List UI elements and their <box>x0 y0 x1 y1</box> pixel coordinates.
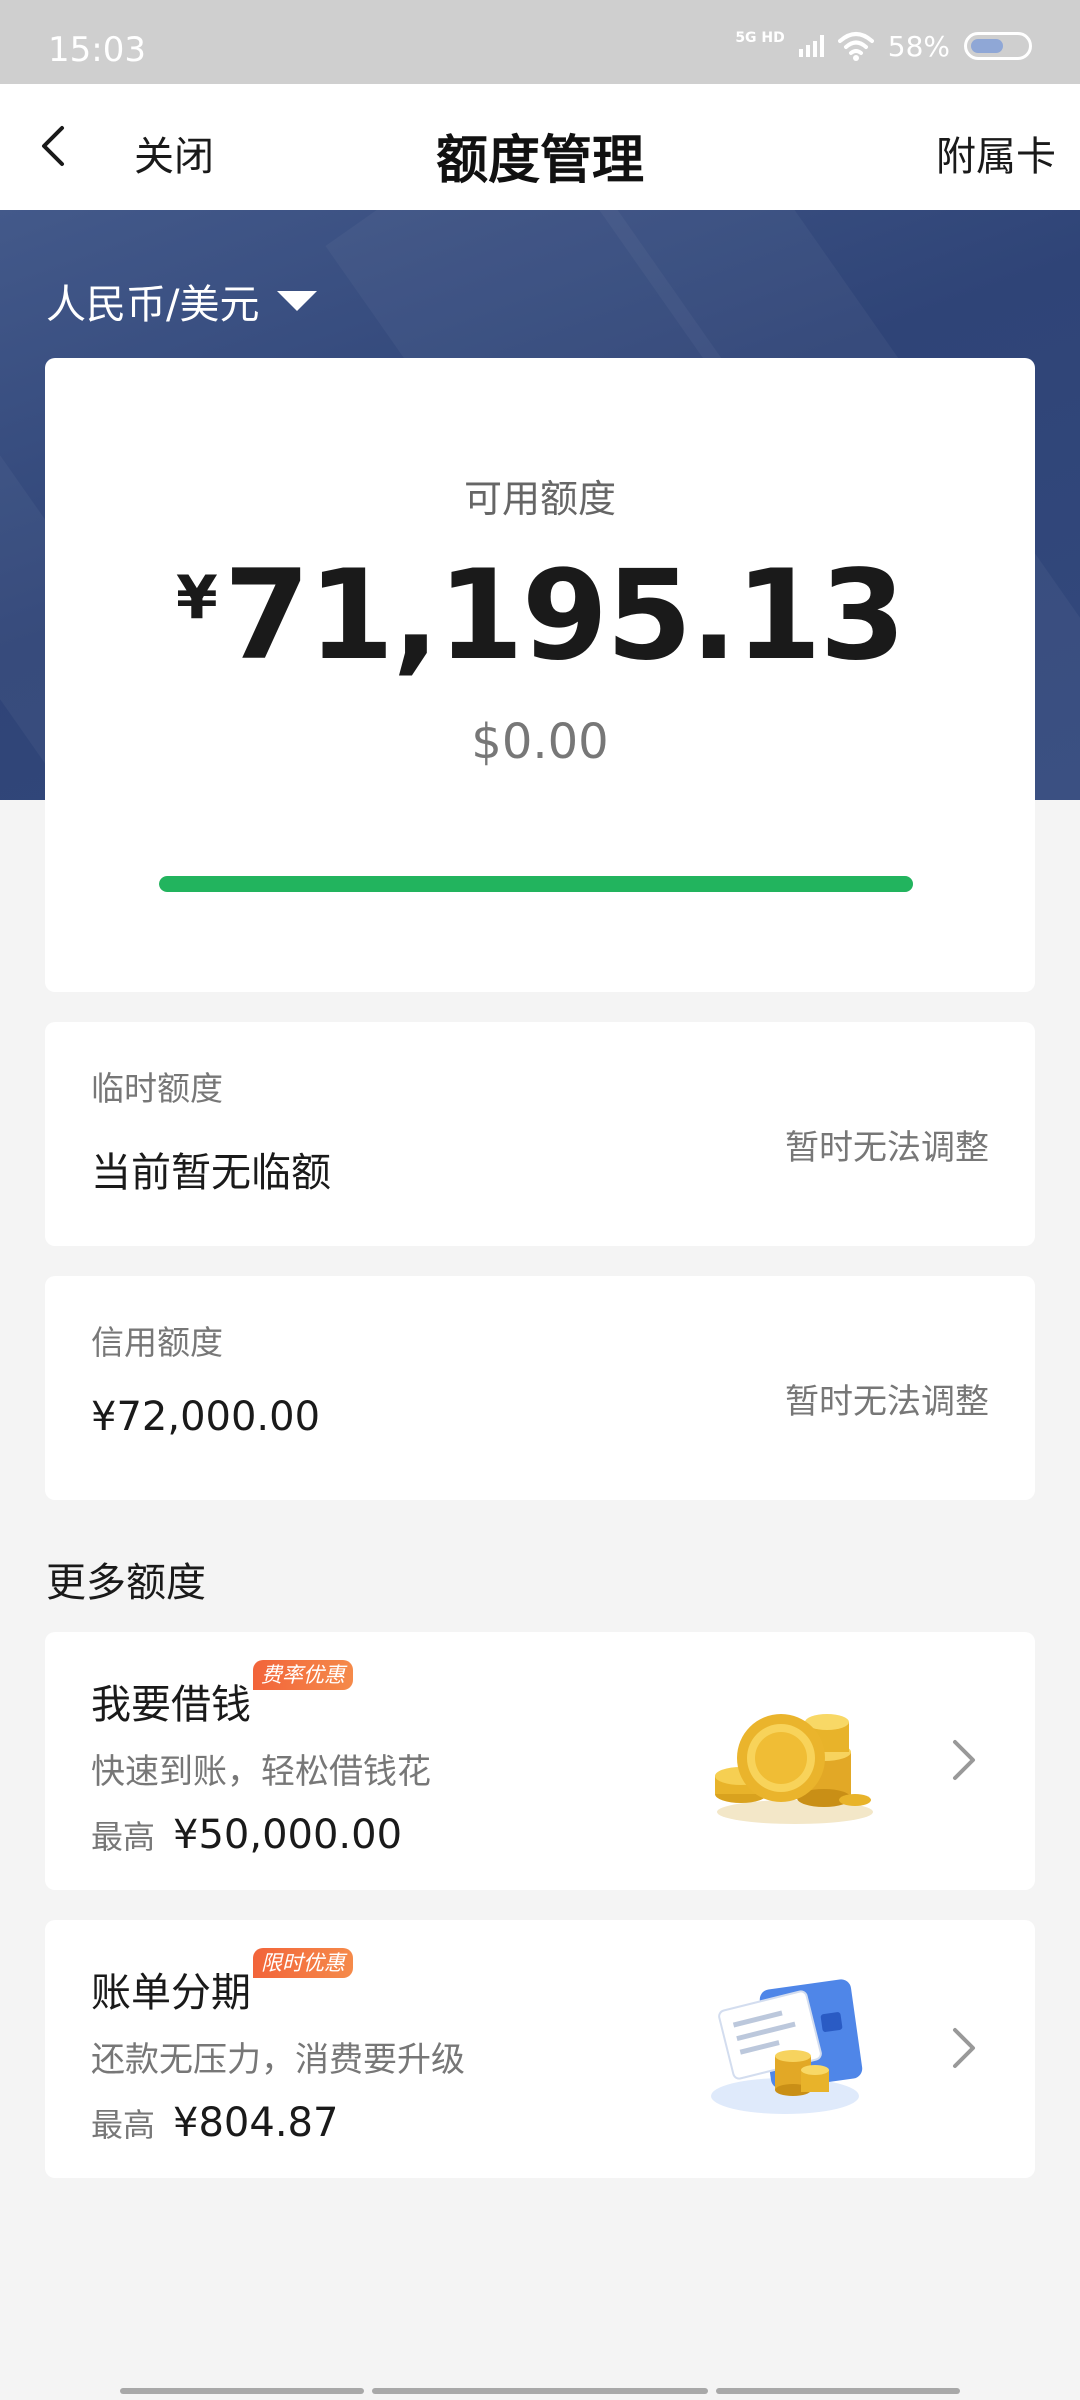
more-limits-title: 更多额度 <box>46 1560 206 1606</box>
currency-selector-label: 人民币/美元 <box>46 282 260 328</box>
loan-offer-max: 最高 ¥50,000.00 <box>91 1812 402 1858</box>
credit-limit-value: ¥72,000.00 <box>91 1394 321 1440</box>
available-credit-card: 可用额度 ¥71,195.13 $0.00 <box>45 358 1035 992</box>
loan-offer-title: 我要借钱 <box>91 1682 251 1728</box>
caret-down-icon <box>277 291 318 311</box>
temporary-limit-adjust: 暂时无法调整 <box>785 1128 989 1168</box>
battery-level <box>971 39 1004 53</box>
credit-usage-fill <box>159 876 913 892</box>
page-title: 额度管理 <box>435 131 644 191</box>
credit-limit-label: 信用额度 <box>91 1323 223 1362</box>
credit-limit-card: 信用额度 ¥72,000.00 暂时无法调整 <box>45 1276 1035 1500</box>
home-indicator[interactable] <box>120 2388 960 2396</box>
chevron-right-icon <box>953 2028 975 2068</box>
credit-limit-adjust: 暂时无法调整 <box>785 1382 989 1422</box>
status-bar: 15:03 5G HD 58% <box>0 0 1080 84</box>
temporary-limit-label: 临时额度 <box>91 1069 223 1108</box>
credit-usage-bar <box>159 876 913 892</box>
loan-offer-card[interactable]: 我要借钱 费率优惠 快速到账，轻松借钱花 最高 ¥50,000.00 <box>45 1632 1035 1890</box>
loan-offer-max-value: ¥50,000.00 <box>173 1812 403 1858</box>
signal-icon <box>798 35 824 57</box>
battery-percent: 58% <box>887 29 950 63</box>
installment-offer-max: 最高 ¥804.87 <box>91 2100 338 2146</box>
installment-offer-card[interactable]: 账单分期 限时优惠 还款无压力，消费要升级 最高 ¥804.87 <box>45 1920 1035 2178</box>
installment-offer-badge: 限时优惠 <box>253 1948 353 1978</box>
temporary-limit-value: 当前暂无临额 <box>91 1150 331 1196</box>
currency-selector[interactable]: 人民币/美元 <box>46 272 318 330</box>
chevron-right-icon <box>953 1740 975 1780</box>
network-type-label: 5G HD <box>735 30 785 46</box>
usd-amount: $0.00 <box>471 714 609 770</box>
currency-symbol: ¥ <box>176 563 218 633</box>
installment-offer-description: 还款无压力，消费要升级 <box>91 2040 465 2080</box>
installment-offer-max-label: 最高 <box>91 2106 156 2144</box>
status-time: 15:03 <box>48 30 146 70</box>
gold-coins-icon <box>715 1714 873 1824</box>
status-icons: 5G HD 58% <box>735 26 1032 66</box>
nav-bar: 关闭 额度管理 附属卡 <box>0 84 1080 210</box>
available-credit-label: 可用额度 <box>463 477 616 521</box>
loan-offer-badge: 费率优惠 <box>253 1660 353 1690</box>
wifi-icon <box>837 32 874 61</box>
supplementary-card-button[interactable]: 附属卡 <box>936 124 1056 182</box>
loan-offer-description: 快速到账，轻松借钱花 <box>91 1752 431 1792</box>
installment-offer-max-value: ¥804.87 <box>173 2100 339 2146</box>
loan-offer-max-label: 最高 <box>91 1818 156 1856</box>
available-credit-amount: ¥71,195.13 <box>45 544 1035 688</box>
installment-offer-title: 账单分期 <box>91 1970 251 2016</box>
battery-icon <box>964 32 1032 60</box>
temporary-limit-card: 临时额度 当前暂无临额 暂时无法调整 <box>45 1022 1035 1246</box>
bill-card-coins-icon <box>711 1979 863 2114</box>
cny-amount: 71,195.13 <box>223 544 906 688</box>
